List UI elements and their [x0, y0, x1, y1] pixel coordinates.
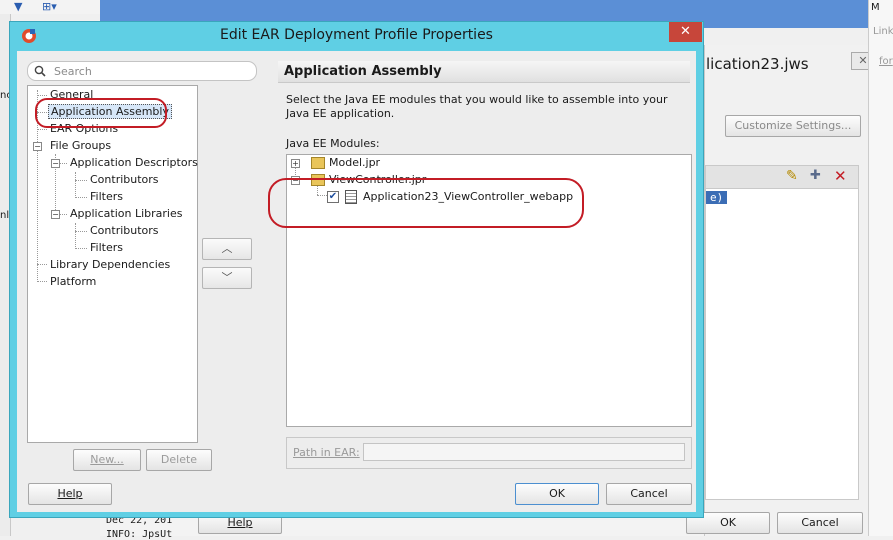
- tree-item-library-contributors[interactable]: Contributors: [88, 223, 161, 239]
- hierarchy-icon[interactable]: ⊞▾: [42, 0, 57, 13]
- log-line: INFO: JpsUt: [106, 529, 173, 540]
- search-input[interactable]: [52, 63, 246, 79]
- dialog-title-bar[interactable]: Edit EAR Deployment Profile Properties ✕: [10, 22, 703, 50]
- settings-list[interactable]: e): [705, 188, 859, 500]
- tree-item-file-groups[interactable]: File Groups: [48, 138, 113, 154]
- workspace-title: lication23.jws: [706, 55, 809, 73]
- new-item-icon[interactable]: ✚: [810, 168, 821, 183]
- ear-profile-dialog: Edit EAR Deployment Profile Properties ✕: [9, 21, 704, 518]
- left-clipped-label: nl: [0, 210, 10, 221]
- panel-link[interactable]: Link: [873, 26, 893, 37]
- tree-item-application-descriptors[interactable]: Application Descriptors: [68, 155, 200, 171]
- panel-heading: Application Assembly: [278, 61, 690, 83]
- path-in-ear-field[interactable]: [363, 443, 685, 461]
- move-up-button[interactable]: ︿: [202, 238, 252, 260]
- dialog-close-button[interactable]: ✕: [669, 22, 702, 42]
- module-item[interactable]: Model.jpr: [327, 155, 382, 171]
- panel-link[interactable]: for: [879, 56, 893, 67]
- navigation-tree[interactable]: − − − General Application Assembly EAR O…: [27, 85, 198, 443]
- edit-icon[interactable]: ✎: [786, 168, 798, 184]
- panel-tab[interactable]: M: [871, 2, 880, 13]
- chevron-down-icon: ﹀: [221, 271, 233, 284]
- tree-item-application-libraries[interactable]: Application Libraries: [68, 206, 184, 222]
- dialog-title: Edit EAR Deployment Profile Properties: [220, 27, 493, 43]
- tree-item-descriptor-filters[interactable]: Filters: [88, 189, 125, 205]
- search-icon: [34, 65, 46, 77]
- panel-description: Select the Java EE modules that you woul…: [286, 93, 668, 120]
- ide-toolbar: ▼ ⊞▾: [0, 0, 100, 14]
- dialog-body: − − − General Application Assembly EAR O…: [17, 51, 696, 512]
- list-toolbar: ✎ ✚ ✕: [705, 165, 859, 189]
- annotation-circle: [268, 178, 584, 228]
- background-cancel-button[interactable]: Cancel: [777, 512, 863, 534]
- ok-button[interactable]: OK: [515, 483, 599, 505]
- path-in-ear-row: Path in EAR:: [286, 437, 692, 469]
- filter-icon[interactable]: ▼: [14, 0, 22, 13]
- tree-item-platform[interactable]: Platform: [48, 274, 98, 290]
- ide-right-panel: lication23.jws ✕ Customize Settings... ✎…: [704, 45, 875, 536]
- search-box: [27, 61, 257, 81]
- tree-item-library-filters[interactable]: Filters: [88, 240, 125, 256]
- expand-icon[interactable]: +: [291, 159, 300, 168]
- annotation-circle: [35, 98, 167, 128]
- tree-item-descriptor-contributors[interactable]: Contributors: [88, 172, 161, 188]
- new-button[interactable]: New...: [73, 449, 141, 471]
- project-folder-icon: [311, 157, 325, 169]
- application-assembly-panel: Application Assembly Select the Java EE …: [278, 61, 692, 472]
- tree-item-library-dependencies[interactable]: Library Dependencies: [48, 257, 172, 273]
- collapse-icon[interactable]: −: [51, 159, 60, 168]
- delete-icon[interactable]: ✕: [834, 167, 847, 185]
- ide-far-right-panel: M Link for: [868, 0, 893, 536]
- customize-settings-button[interactable]: Customize Settings...: [725, 115, 861, 137]
- chevron-up-icon: ︿: [221, 242, 233, 255]
- collapse-icon[interactable]: −: [51, 210, 60, 219]
- modules-label: Java EE Modules:: [286, 137, 380, 150]
- selected-list-item[interactable]: e): [706, 191, 728, 204]
- cancel-button[interactable]: Cancel: [606, 483, 692, 505]
- delete-button[interactable]: Delete: [146, 449, 212, 471]
- collapse-icon[interactable]: −: [33, 142, 42, 151]
- move-down-button[interactable]: ﹀: [202, 267, 252, 289]
- help-button[interactable]: Help: [28, 483, 112, 505]
- path-in-ear-label: Path in EAR:: [293, 446, 360, 459]
